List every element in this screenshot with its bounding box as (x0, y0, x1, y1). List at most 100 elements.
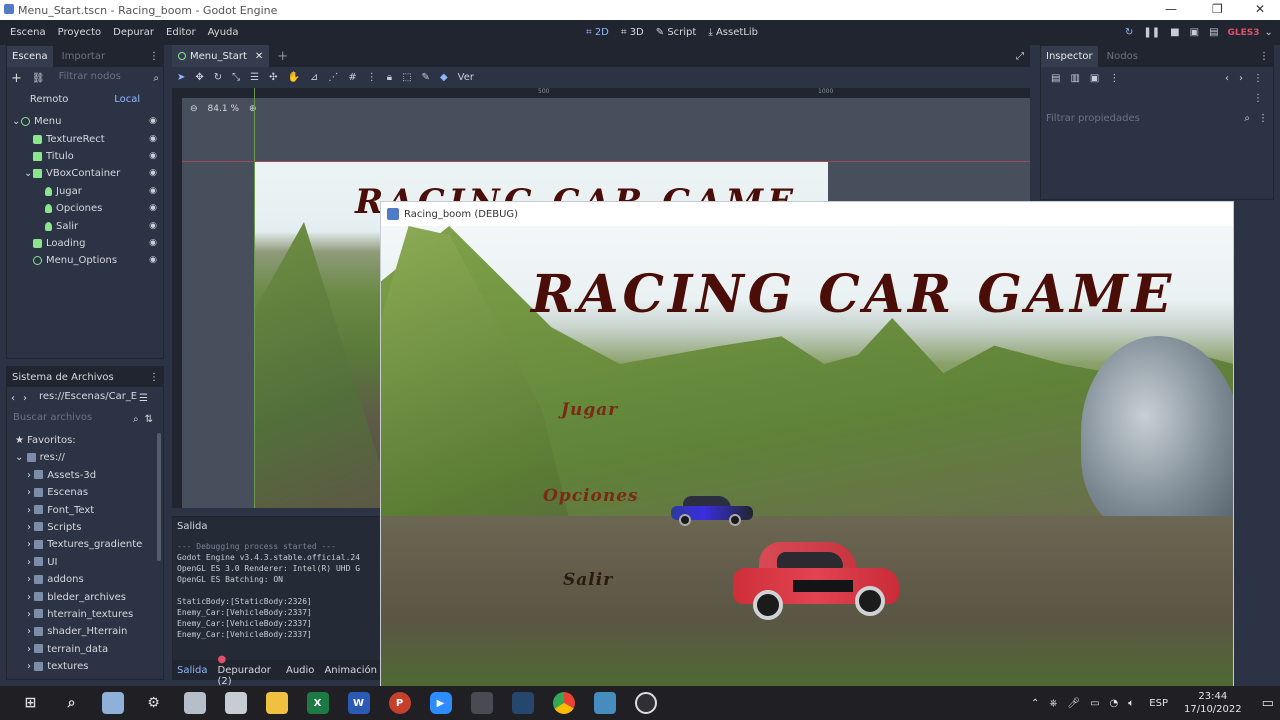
wifi-icon[interactable]: ◔ (1110, 698, 1119, 709)
clock[interactable]: 23:44 17/10/2022 (1184, 690, 1242, 716)
language-indicator[interactable]: ESP (1149, 698, 1168, 709)
snap-icon[interactable]: ⋰ (328, 72, 338, 83)
chevron-right-icon[interactable]: › (27, 592, 34, 603)
menu-proyecto[interactable]: Proyecto (52, 20, 107, 45)
app-blue-icon[interactable] (511, 692, 534, 714)
scene-tree-item[interactable]: Opciones ◉ (12, 200, 163, 217)
search-icon[interactable]: ⌕ (1244, 113, 1250, 124)
play-custom-icon[interactable]: ▤ (1209, 27, 1218, 38)
local-button[interactable]: Local (114, 94, 140, 105)
rotate-tool-icon[interactable]: ↻ (214, 72, 222, 83)
game-debug-window[interactable]: Racing_boom (DEBUG) RACING CAR GAME Juga… (380, 201, 1234, 687)
visibility-eye-icon[interactable]: ◉ (149, 235, 157, 252)
fs-scrollbar[interactable] (157, 433, 161, 561)
zoom-in-icon[interactable]: ⊕ (249, 104, 257, 114)
visibility-eye-icon[interactable]: ◉ (149, 131, 157, 148)
menu-editor[interactable]: Editor (160, 20, 202, 45)
pan-icon[interactable]: ✋ (288, 72, 300, 83)
zoom-level[interactable]: 84.1 % (208, 104, 239, 114)
history-icon[interactable]: ⋮ (1253, 73, 1263, 84)
chevron-right-icon[interactable]: › (27, 557, 34, 568)
remote-button[interactable]: Remoto (30, 94, 69, 105)
settings-gear-icon[interactable]: ⚙ (143, 692, 165, 714)
folder-item[interactable]: › addons (15, 571, 163, 588)
tab-nodos[interactable]: Nodos (1102, 46, 1143, 67)
renderer-select[interactable]: GLES3 (1228, 28, 1260, 38)
tab-audio[interactable]: Audio (281, 665, 319, 676)
camera-override-icon[interactable]: ◆ (440, 72, 448, 83)
history-back-icon[interactable]: ‹ (1225, 73, 1229, 84)
folder-item[interactable]: › Assets-3d (15, 467, 163, 484)
scene-tree-item[interactable]: Loading ◉ (12, 235, 163, 252)
favorites-item[interactable]: ★ Favoritos: (15, 432, 163, 449)
forward-icon[interactable]: › (23, 393, 27, 404)
inspector-menu-icon[interactable]: ⋮ (1259, 51, 1269, 62)
scene-tree-item[interactable]: Menu_Options ◉ (12, 252, 163, 269)
app-paint-icon[interactable] (101, 692, 124, 714)
word-icon[interactable]: W (347, 692, 370, 714)
filter-nodes-input[interactable]: Filtrar nodos (53, 69, 154, 87)
chevron-right-icon[interactable]: › (27, 626, 34, 637)
visibility-eye-icon[interactable]: ◉ (149, 113, 157, 130)
search-icon[interactable]: ⌕ (133, 414, 139, 425)
folder-item[interactable]: › Font_Text (15, 502, 163, 519)
tab-animacion[interactable]: Animación (319, 665, 382, 676)
scene-tree-item[interactable]: ⌄ Menu ◉ (12, 113, 163, 130)
scale-tool-icon[interactable]: ⤡ (232, 72, 240, 83)
chrome-icon[interactable] (552, 692, 575, 714)
more-icon[interactable]: ⋮ (367, 72, 377, 83)
folder-item[interactable]: › Textures_gradiente (15, 536, 163, 553)
calculator-icon[interactable] (183, 692, 206, 714)
scene-tree-item[interactable]: Jugar ◉ (12, 183, 163, 200)
mode-3d-button[interactable]: ⌗ 3D (621, 20, 644, 45)
zoom-app-icon[interactable]: ▶ (429, 692, 452, 714)
chevron-right-icon[interactable]: › (27, 574, 34, 585)
app-tool-icon[interactable] (470, 692, 493, 714)
select-tool-icon[interactable]: ➤ (177, 72, 185, 83)
pause-icon[interactable]: ❚❚ (1143, 27, 1160, 38)
lock-icon[interactable]: 🔒︎ (387, 72, 392, 83)
scene-tree-item[interactable]: Salir ◉ (12, 217, 163, 234)
stop-icon[interactable]: ■ (1170, 27, 1179, 38)
maximize-icon[interactable]: ❐ (1212, 2, 1223, 16)
visibility-eye-icon[interactable]: ◉ (149, 218, 157, 235)
mode-2d-button[interactable]: ⌗ 2D (586, 20, 609, 45)
volume-icon[interactable]: 🔈︎ (1128, 698, 1134, 709)
chevron-right-icon[interactable]: › (27, 505, 34, 516)
scene-tree-item[interactable]: TextureRect ◉ (12, 130, 163, 147)
chevron-down-icon[interactable]: ⌄ (12, 113, 21, 130)
fs-path-field[interactable]: res://Escenas/Car_Ene (33, 389, 137, 407)
file-explorer-icon[interactable] (265, 692, 288, 714)
godot-taskbar-icon[interactable] (593, 692, 616, 714)
visibility-eye-icon[interactable]: ◉ (149, 148, 157, 165)
fs-menu-icon[interactable]: ⋮ (149, 372, 159, 383)
windows-start-icon[interactable]: ⊞ (20, 692, 42, 714)
recorder-icon[interactable] (634, 692, 657, 714)
powerpoint-icon[interactable]: P (388, 692, 411, 714)
chevron-right-icon[interactable]: › (27, 609, 34, 620)
save-resource-icon[interactable]: ▣ (1090, 73, 1099, 84)
chevron-right-icon[interactable]: › (27, 487, 34, 498)
link-icon[interactable]: ⛓ (32, 73, 45, 84)
grid-snap-icon[interactable]: # (348, 72, 356, 83)
folder-item[interactable]: › Escenas (15, 484, 163, 501)
visibility-eye-icon[interactable]: ◉ (149, 200, 157, 217)
play-button[interactable]: Jugar (561, 400, 618, 420)
close-tab-icon[interactable]: ✕ (255, 46, 263, 67)
bone-icon[interactable]: ✎ (422, 72, 430, 83)
app-notes-icon[interactable] (224, 692, 247, 714)
close-icon[interactable]: ✕ (1255, 2, 1265, 16)
renderer-chevron-icon[interactable]: ⌄ (1265, 27, 1273, 38)
new-resource-icon[interactable]: ▤ (1051, 73, 1060, 84)
battery-icon[interactable]: ▭ (1090, 698, 1099, 709)
microphone-icon[interactable]: 🎤︎ (1067, 698, 1080, 709)
back-icon[interactable]: ‹ (11, 393, 15, 404)
visibility-eye-icon[interactable]: ◉ (149, 252, 157, 269)
chevron-down-icon[interactable]: ⌄ (24, 165, 33, 182)
tab-importar[interactable]: Importar (57, 46, 110, 67)
zoom-out-icon[interactable]: ⊖ (190, 104, 198, 114)
game-viewport[interactable]: RACING CAR GAME Jugar Opciones Salir (381, 226, 1233, 686)
folder-item[interactable]: › textures (15, 658, 163, 675)
move-tool-icon[interactable]: ✥ (195, 72, 203, 83)
minimize-icon[interactable]: — (1165, 2, 1177, 16)
